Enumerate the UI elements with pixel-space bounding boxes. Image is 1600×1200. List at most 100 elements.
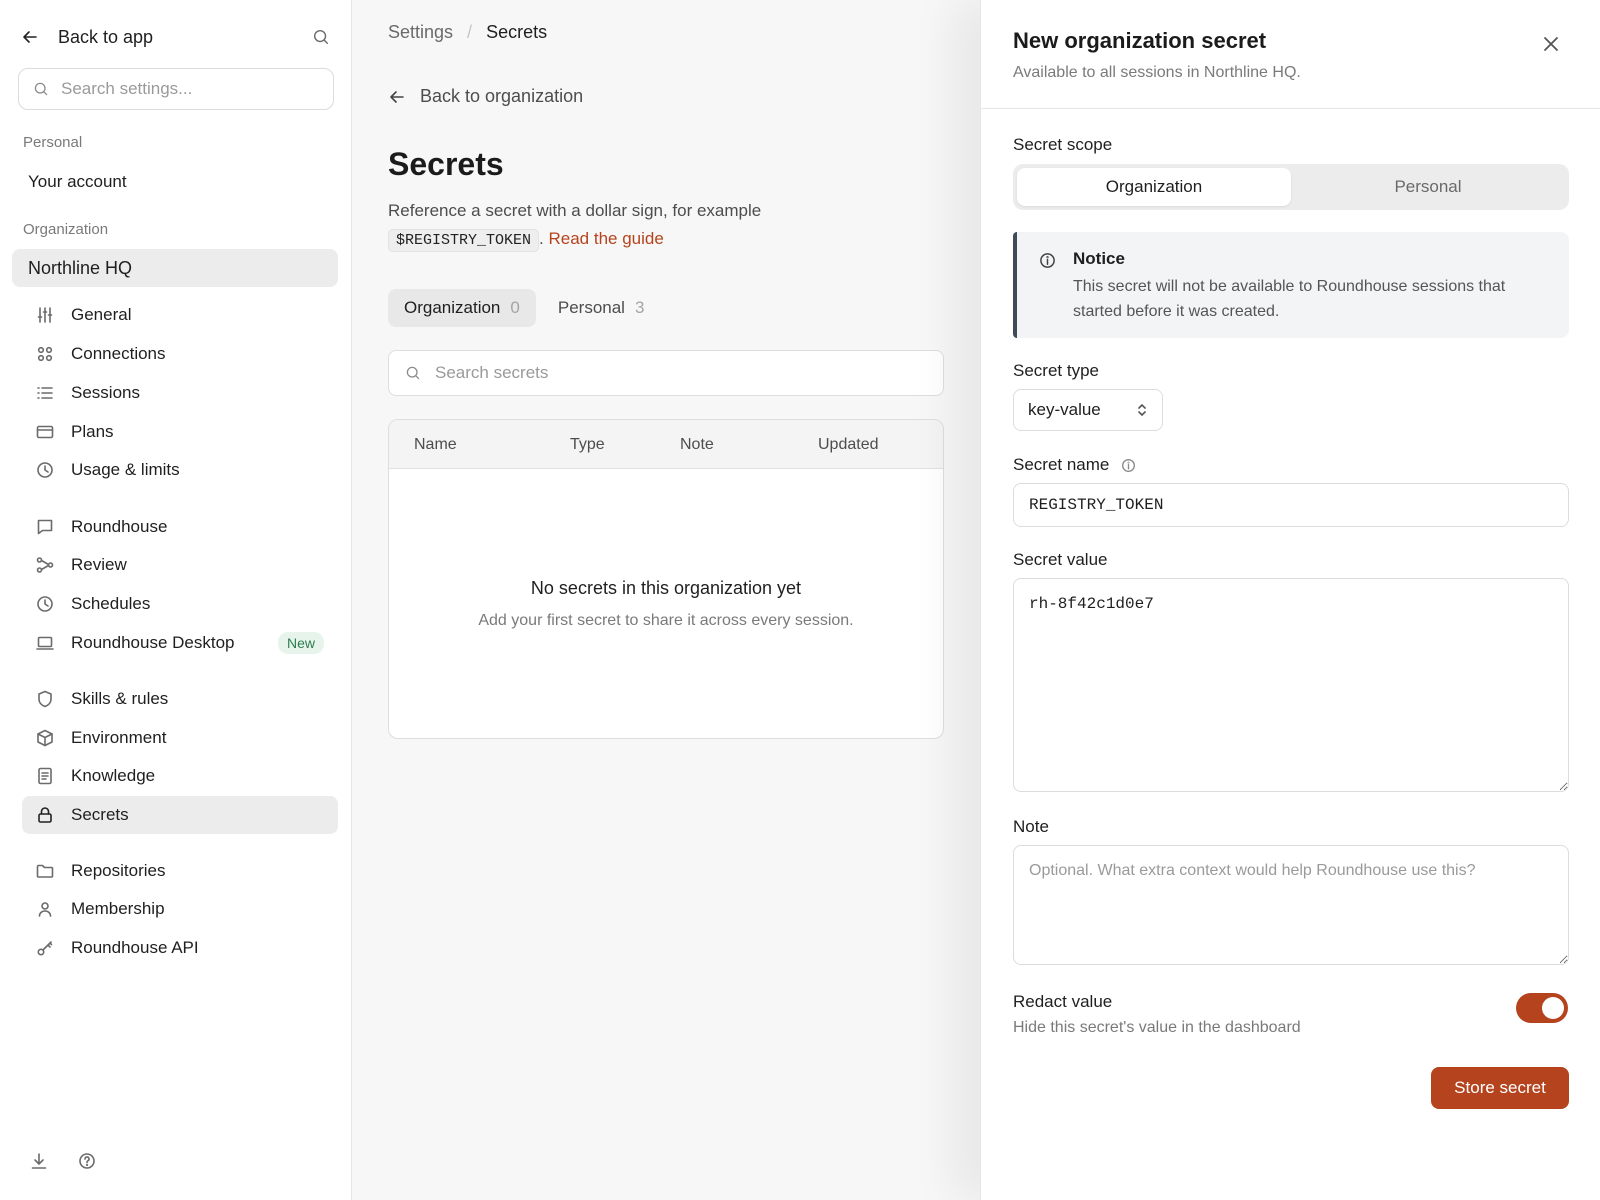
sidebar-item-review[interactable]: Review [22,546,338,584]
sidebar-item-roundhouse-api[interactable]: Roundhouse API [22,929,338,967]
sidebar-item-label: Secrets [71,805,129,824]
shield-icon [36,690,54,708]
info-icon [1039,252,1056,269]
empty-state-title: No secrets in this organization yet [530,578,802,598]
sidebar-item-your-account[interactable]: Your account [22,163,338,201]
sidebar-item-label: General [71,305,132,324]
example-code: $REGISTRY_TOKEN [388,229,540,252]
secret-value-textarea[interactable]: rh-8f42c1d0e7 [1013,578,1569,792]
table-header: Name Type Note Updated [389,420,943,469]
secrets-search-field[interactable] [388,350,944,396]
secret-type-select[interactable]: key-value [1013,389,1163,431]
column-header-note[interactable]: Note [680,436,714,454]
organization-selector[interactable]: Northline HQ [12,249,338,287]
tab-personal[interactable]: Personal 3 [542,289,661,327]
secret-name-label-row: Secret name [1013,455,1136,475]
secret-scope-label: Secret scope [1013,135,1113,154]
scope-option-organization[interactable]: Organization [1017,168,1291,206]
list-icon [36,384,54,402]
back-to-app-link[interactable]: Back to app [58,27,153,48]
sidebar-item-label: Roundhouse Desktop [71,633,235,652]
sidebar-item-general[interactable]: General [22,296,338,334]
back-to-organization-link[interactable]: Back to organization [388,86,583,107]
user-icon [36,900,54,918]
empty-state-subtitle: Add your first secret to share it across… [478,612,854,629]
sidebar-item-repositories[interactable]: Repositories [22,852,338,890]
chevron-up-down-icon [1136,403,1148,417]
sidebar-item-membership[interactable]: Membership [22,890,338,928]
redact-value-toggle[interactable] [1516,993,1568,1023]
column-header-name[interactable]: Name [414,436,457,454]
secret-name-input[interactable] [1013,483,1569,527]
store-secret-button[interactable]: Store secret [1431,1067,1569,1109]
notice-callout: Notice This secret will not be available… [1013,232,1569,338]
sidebar-item-schedules[interactable]: Schedules [22,585,338,623]
drawer-subtitle: Available to all sessions in Northline H… [1013,64,1301,81]
breadcrumb: Settings / Secrets [388,22,547,43]
page-description: Reference a secret with a dollar sign, f… [388,197,968,255]
sidebar-item-label: Environment [71,728,167,747]
new-badge: New [277,632,324,654]
download-icon[interactable] [30,1152,48,1170]
secret-type-value: key-value [1028,400,1101,419]
info-icon[interactable] [1121,458,1136,473]
sidebar-item-roundhouse[interactable]: Roundhouse [22,508,338,546]
tab-label: Personal [557,298,625,317]
secrets-search-input[interactable] [435,363,895,383]
tab-label: Organization [404,298,501,317]
sidebar-item-environment[interactable]: Environment [22,719,338,757]
sidebar-item-roundhouse-desktop[interactable]: Roundhouse Desktop New [22,624,338,662]
notice-body: This secret will not be available to Rou… [1073,278,1506,320]
sidebar-item-label: Schedules [71,594,151,613]
close-icon[interactable] [1541,34,1561,54]
lock-icon [36,806,54,824]
sidebar-item-usage-limits[interactable]: Usage & limits [22,451,338,489]
breadcrumb-separator: / [467,22,473,42]
secret-name-label: Secret name [1013,455,1110,474]
sidebar-item-sessions[interactable]: Sessions [22,374,338,412]
sidebar-item-skills-rules[interactable]: Skills & rules [22,680,338,718]
sidebar-item-label: Review [71,555,127,574]
secrets-table: Name Type Note Updated No secrets in thi… [388,419,944,739]
card-icon [36,423,54,441]
sidebar-item-label: Skills & rules [71,689,169,708]
column-header-updated[interactable]: Updated [818,436,879,454]
sidebar-item-plans[interactable]: Plans [22,413,338,451]
sidebar-item-secrets[interactable]: Secrets [22,796,338,834]
note-textarea[interactable] [1013,845,1569,965]
sidebar-item-label: Usage & limits [71,460,180,479]
settings-sidebar: Back to app Personal Your account Organi… [0,0,352,1200]
tab-organization[interactable]: Organization 0 [388,289,536,327]
breadcrumb-settings[interactable]: Settings [388,22,453,43]
help-icon[interactable] [78,1152,96,1170]
organization-section-label: Organization [23,221,109,238]
sidebar-item-label: Plans [71,422,114,441]
search-icon [405,365,421,381]
description-punct: . [539,229,544,248]
sliders-icon [36,306,54,324]
sidebar-item-label: Knowledge [71,766,156,785]
sidebar-footer [30,1152,96,1170]
new-secret-drawer: New organization secret Available to all… [980,0,1600,1200]
clock-icon [36,595,54,613]
sidebar-item-label: Roundhouse API [71,938,199,957]
secret-tabs: Organization 0 Personal 3 [388,289,660,327]
read-guide-link[interactable]: Read the guide [549,229,664,248]
sidebar-item-knowledge[interactable]: Knowledge [22,757,338,795]
settings-search-input[interactable] [61,79,301,99]
description-text: Reference a secret with a dollar sign, f… [388,201,762,220]
note-label: Note [1013,817,1049,836]
redact-value-label: Redact value [1013,992,1113,1011]
search-icon [33,81,49,97]
arrow-left-icon[interactable] [20,27,40,47]
column-header-type[interactable]: Type [570,436,605,454]
settings-search-field[interactable] [18,68,334,110]
folder-icon [36,862,54,880]
grid-icon [36,345,54,363]
search-icon[interactable] [312,28,330,46]
scope-option-personal[interactable]: Personal [1291,168,1565,206]
sidebar-item-connections[interactable]: Connections [22,335,338,373]
clock-icon [36,461,54,479]
cube-icon [36,729,54,747]
sidebar-item-label: Connections [71,344,166,363]
